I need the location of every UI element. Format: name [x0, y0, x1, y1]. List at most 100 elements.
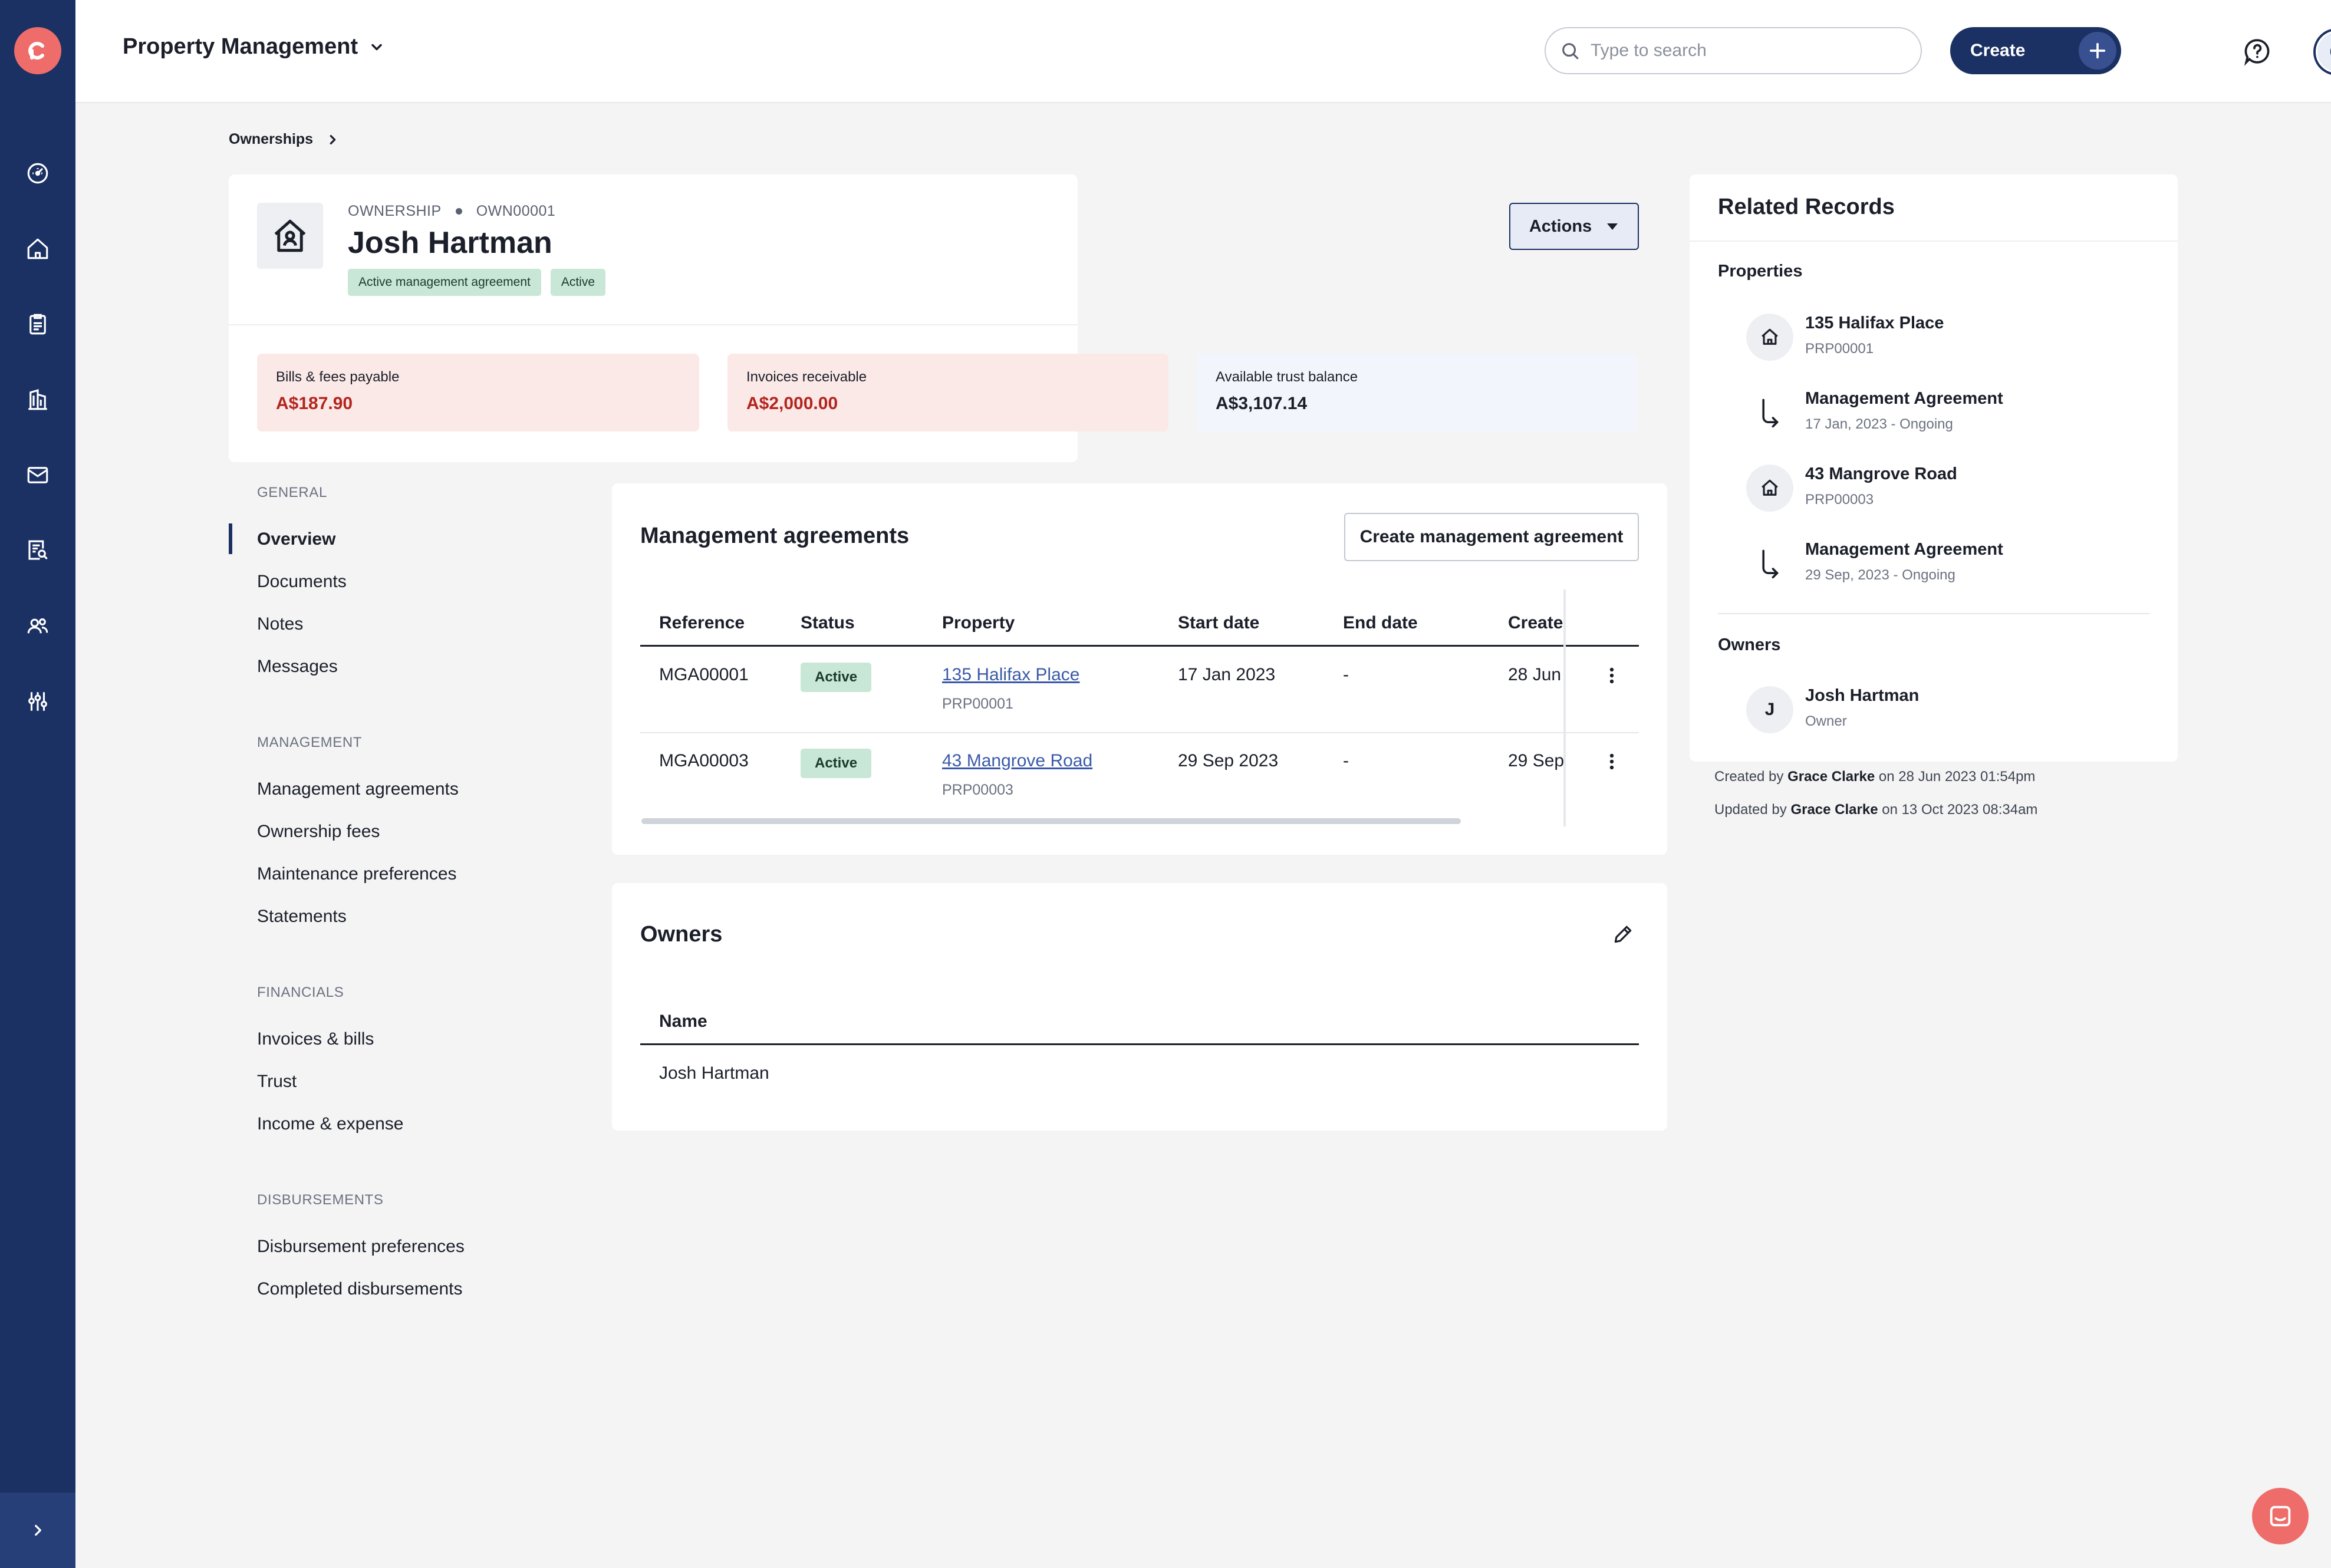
edit-owners-button[interactable]: [1608, 920, 1638, 949]
chat-icon: [2270, 1506, 2291, 1527]
management-agreements-card: Management agreements Create management …: [612, 483, 1667, 855]
related-item-subtitle: PRP00001: [1805, 341, 1874, 357]
audit-prefix: Created by: [1714, 769, 1784, 785]
nav-overview[interactable]: Overview: [257, 529, 335, 549]
app-switcher[interactable]: Property Management: [123, 34, 385, 60]
audit-timestamp: on 28 Jun 2023 01:54pm: [1878, 769, 2036, 785]
app-title: Property Management: [123, 34, 358, 59]
actions-button[interactable]: Actions: [1509, 203, 1639, 250]
kebab-menu-icon: [1609, 753, 1614, 770]
ownership-icon-box: [257, 203, 323, 269]
ownership-meta: OWNERSHIP OWN00001: [348, 203, 555, 220]
stat-label: Invoices receivable: [746, 369, 867, 385]
nav-buildings[interactable]: [20, 382, 55, 417]
property-link[interactable]: 135 Halifax Place: [942, 665, 1079, 684]
section-heading-disbursements: DISBURSEMENTS: [257, 1192, 384, 1208]
nav-dashboard[interactable]: [20, 156, 55, 191]
related-property-item[interactable]: 43 Mangrove Road PRP00003: [1746, 462, 2159, 515]
horizontal-scrollbar[interactable]: [641, 818, 1461, 824]
nav-disbursement-preferences[interactable]: Disbursement preferences: [257, 1237, 465, 1257]
nav-ownership-fees[interactable]: Ownership fees: [257, 822, 380, 842]
nav-messages[interactable]: Messages: [257, 657, 338, 677]
search-input[interactable]: [1591, 41, 1897, 61]
related-agreement-item[interactable]: Management Agreement 17 Jan, 2023 - Ongo…: [1746, 387, 2159, 440]
nav-reports[interactable]: [20, 533, 55, 568]
related-item-title: 135 Halifax Place: [1805, 314, 1944, 332]
nav-contacts[interactable]: [20, 608, 55, 644]
app-logo[interactable]: [14, 27, 61, 74]
breadcrumb-ownerships[interactable]: Ownerships: [229, 131, 313, 148]
create-management-agreement-button[interactable]: Create management agreement: [1344, 513, 1639, 561]
user-avatar[interactable]: G: [2313, 28, 2331, 75]
clipboard-icon: [29, 314, 46, 335]
related-item-title: Management Agreement: [1805, 389, 2003, 408]
app-rail: [0, 0, 75, 1568]
panel-title: Related Records: [1718, 195, 1895, 219]
home-icon: [27, 238, 48, 259]
nav-completed-disbursements[interactable]: Completed disbursements: [257, 1279, 463, 1299]
chevron-down-icon: [371, 44, 382, 50]
related-agreement-item[interactable]: Management Agreement 29 Sep, 2023 - Ongo…: [1746, 538, 2159, 591]
nav-notes[interactable]: Notes: [257, 614, 303, 634]
report-search-icon: [28, 540, 48, 560]
sticky-column-divider: [1563, 589, 1566, 826]
record-id: OWN00001: [476, 203, 556, 219]
column-header-start-date[interactable]: Start date: [1178, 613, 1259, 633]
table-header-rule: [640, 645, 1639, 647]
cell-end-date: -: [1343, 751, 1349, 770]
related-item-subtitle: PRP00003: [1805, 492, 1874, 508]
cell-property: 135 Halifax Place: [942, 665, 1079, 685]
group-label-properties: Properties: [1718, 262, 1803, 281]
expand-rail-button[interactable]: [0, 1493, 75, 1568]
column-header-reference[interactable]: Reference: [659, 613, 745, 633]
status-badge: Active management agreement: [348, 269, 541, 296]
nav-trust[interactable]: Trust: [257, 1072, 297, 1092]
sticky-actions-column: [1566, 589, 1667, 825]
row-menu-button[interactable]: [1600, 658, 1624, 693]
top-bar: Property Management Create G: [75, 0, 2331, 103]
settings-sliders-icon: [28, 692, 47, 711]
row-separator: [1566, 732, 1639, 733]
column-header-end-date[interactable]: End date: [1343, 613, 1418, 633]
create-button[interactable]: Create: [1950, 27, 2121, 74]
property-link[interactable]: 43 Mangrove Road: [942, 751, 1092, 770]
nav-invoices-bills[interactable]: Invoices & bills: [257, 1029, 374, 1049]
nav-statements[interactable]: Statements: [257, 907, 347, 927]
nav-documents[interactable]: Documents: [257, 572, 347, 592]
column-header-property[interactable]: Property: [942, 613, 1015, 633]
nav-settings[interactable]: [20, 684, 55, 719]
nav-properties[interactable]: [20, 231, 55, 266]
stat-label: Available trust balance: [1216, 369, 1358, 385]
house-icon: [1746, 314, 1793, 361]
people-icon: [27, 618, 48, 634]
related-owner-item[interactable]: J Josh Hartman Owner: [1746, 684, 2159, 737]
table-header-rule: [640, 1043, 1639, 1045]
nav-tasks[interactable]: [20, 307, 55, 342]
row-menu-button[interactable]: [1600, 744, 1624, 779]
audit-user: Grace Clarke: [1790, 802, 1878, 818]
logo-icon: [28, 42, 44, 60]
breadcrumb[interactable]: Ownerships: [229, 131, 339, 148]
page-title: Josh Hartman: [348, 226, 552, 260]
row-separator: [640, 732, 1639, 733]
owner-avatar: J: [1746, 686, 1793, 733]
plus-icon: [2079, 32, 2116, 70]
help-button[interactable]: [2243, 37, 2272, 66]
dashboard-icon: [27, 163, 48, 184]
column-header-name[interactable]: Name: [659, 1012, 707, 1032]
nav-income-expense[interactable]: Income & expense: [257, 1114, 403, 1134]
divider: [1690, 241, 2178, 242]
divider: [229, 324, 1078, 325]
stat-invoices-receivable: Invoices receivable A$2,000.00: [727, 354, 1168, 431]
nav-maintenance-preferences[interactable]: Maintenance preferences: [257, 864, 457, 884]
chevron-right-icon: [35, 1524, 41, 1536]
related-item-title: Josh Hartman: [1805, 686, 1920, 705]
column-header-status[interactable]: Status: [801, 613, 855, 633]
chat-launcher-button[interactable]: [2252, 1488, 2309, 1544]
related-property-item[interactable]: 135 Halifax Place PRP00001: [1746, 311, 2159, 364]
card-title: Owners: [640, 922, 723, 947]
nav-management-agreements[interactable]: Management agreements: [257, 779, 459, 799]
cell-reference: MGA00003: [659, 751, 749, 770]
related-records-panel: Related Records Properties 135 Halifax P…: [1690, 174, 2178, 762]
nav-messages[interactable]: [20, 457, 55, 493]
